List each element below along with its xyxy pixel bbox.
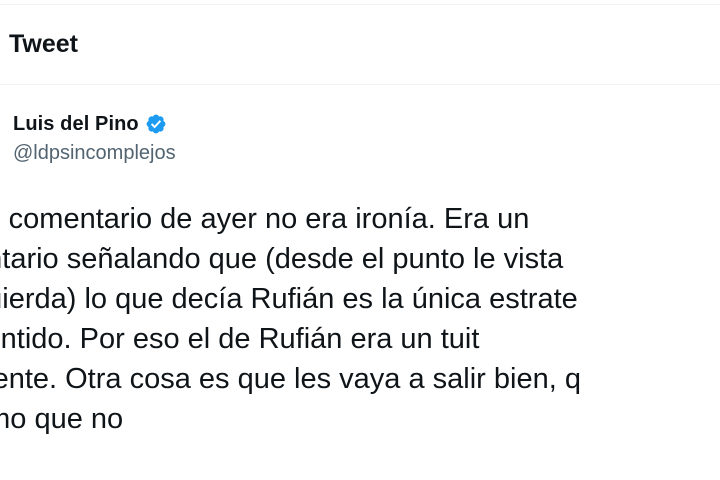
tweet-text-line: mi comentario de ayer no era ironía. Era…	[0, 203, 530, 235]
author-name-row: Luis del Pino	[13, 110, 176, 138]
tweet-text-line: sentido. Por eso el de Rufián era un tui…	[0, 323, 480, 355]
tweet-page: Tweet Luis del Pino @ldpsincomplejos mi …	[0, 0, 720, 480]
page-header: Tweet	[0, 0, 720, 85]
tweet-text-line: quierda) lo que decía Rufián es la única…	[0, 283, 578, 315]
tweet-text-line: igente. Otra cosa es que les vaya a sali…	[0, 363, 581, 395]
tweet-text-line: emo que no	[0, 403, 124, 435]
author-name[interactable]: Luis del Pino	[13, 113, 139, 136]
author-handle[interactable]: @ldpsincomplejos	[13, 142, 176, 165]
page-title: Tweet	[9, 30, 78, 58]
verified-badge-icon	[146, 114, 166, 134]
tweet-author[interactable]: Luis del Pino @ldpsincomplejos	[13, 110, 176, 165]
tweet-text-line: entario señalando que (desde el punto le…	[0, 243, 564, 275]
tweet-text: mi comentario de ayer no era ironía. Era…	[0, 199, 720, 439]
